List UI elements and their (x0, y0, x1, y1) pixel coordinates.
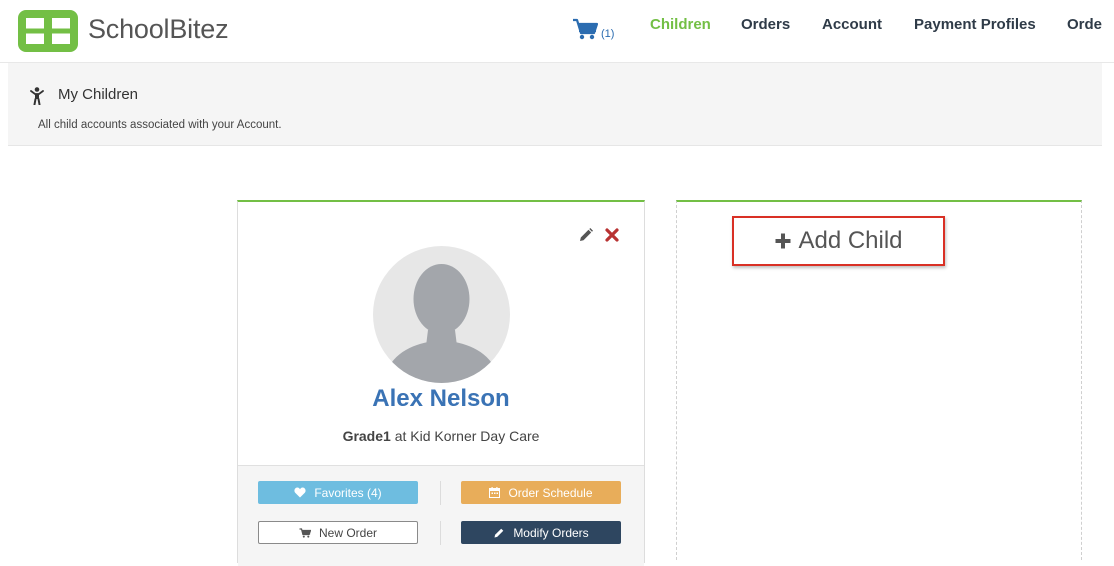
page-title: My Children (58, 86, 139, 103)
nav-payment-profiles[interactable]: Payment Profiles (914, 16, 1036, 33)
top-navigation-bar: SchoolBitez (1) Children Orders Account … (0, 0, 1114, 63)
modify-orders-button[interactable]: Modify Orders (461, 521, 621, 544)
favorites-label: Favorites (4) (314, 485, 382, 500)
new-order-button[interactable]: New Order (258, 521, 418, 544)
child-name[interactable]: Alex Nelson (238, 385, 644, 413)
modify-orders-label: Modify Orders (513, 525, 589, 540)
add-child-label: Add Child (798, 227, 903, 254)
child-grade-school: Grade1 at Kid Korner Day Care (238, 428, 644, 444)
pencil-icon (494, 528, 504, 537)
close-icon[interactable] (604, 227, 620, 243)
avatar (373, 246, 510, 383)
calendar-icon (489, 487, 501, 498)
cart-icon (299, 527, 311, 538)
child-card-actions: Favorites (4) Order Schedule New Order M… (238, 465, 644, 566)
nav-account[interactable]: Account (822, 16, 882, 33)
avatar-placeholder-icon (383, 264, 500, 383)
divider (440, 481, 441, 505)
nav-order-schedule[interactable]: Orde (1067, 16, 1102, 33)
new-order-label: New Order (318, 525, 377, 540)
nav-orders[interactable]: Orders (741, 16, 790, 33)
child-icon (30, 87, 44, 105)
favorites-button[interactable]: Favorites (4) (258, 481, 418, 504)
cart-count[interactable]: (1) (601, 28, 614, 40)
child-card: Alex Nelson Grade1 at Kid Korner Day Car… (237, 200, 645, 566)
page-description: All child accounts associated with your … (38, 119, 282, 131)
schoolbitez-logo-icon[interactable] (18, 10, 78, 52)
heart-icon (294, 487, 306, 498)
order-schedule-button[interactable]: Order Schedule (461, 481, 621, 504)
divider (440, 521, 441, 545)
cart-icon[interactable] (572, 18, 598, 40)
child-school: at Kid Korner Day Care (390, 428, 540, 444)
order-schedule-label: Order Schedule (508, 485, 593, 500)
add-child-card: Add Child (676, 200, 1082, 560)
add-child-button[interactable]: Add Child (732, 216, 945, 266)
nav-children[interactable]: Children (650, 16, 711, 33)
child-grade: Grade1 (342, 428, 391, 444)
page-header: My Children All child accounts associate… (8, 63, 1102, 146)
brand-name[interactable]: SchoolBitez (88, 14, 229, 45)
plus-icon (775, 233, 791, 249)
pencil-icon[interactable] (577, 227, 594, 244)
